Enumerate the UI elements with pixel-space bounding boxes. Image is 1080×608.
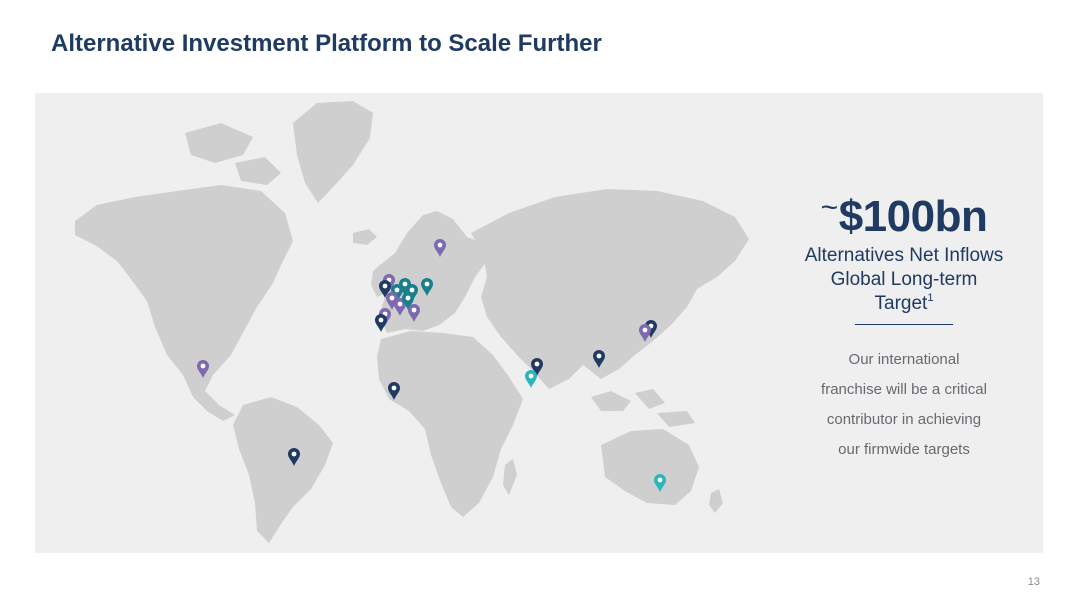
target-description: Alternatives Net Inflows Global Long-ter… xyxy=(780,244,1028,316)
approx-tilde: ~ xyxy=(820,191,839,224)
map-pin-icon xyxy=(375,314,387,332)
target-line-1: Alternatives Net Inflows xyxy=(804,245,1004,266)
target-line-2: Global Long-term xyxy=(830,269,978,290)
southeast-asia-islands-shape xyxy=(591,389,695,427)
callout-body: Our international franchise will be a cr… xyxy=(780,345,1028,465)
page-title: Alternative Investment Platform to Scale… xyxy=(51,30,602,57)
arctic-islands-shape xyxy=(185,123,281,185)
greenland-shape xyxy=(293,101,373,203)
europe-shape xyxy=(375,211,487,333)
body-line: our firmwide targets xyxy=(838,441,970,458)
iceland-shape xyxy=(353,229,377,245)
body-line: contributor in achieving xyxy=(826,411,982,428)
madagascar-shape xyxy=(503,459,517,495)
australia-shape xyxy=(601,429,699,505)
target-line-3: Target1 xyxy=(874,292,934,315)
footnote-marker: 1 xyxy=(927,292,934,304)
new-zealand-shape xyxy=(709,489,723,513)
target-value: ~$100bn xyxy=(780,183,1028,242)
map-pin-icon xyxy=(525,370,537,388)
south-america-shape xyxy=(233,397,333,543)
body-line: Our international xyxy=(848,351,960,368)
asia-shape xyxy=(471,189,749,389)
target-callout: ~$100bn Alternatives Net Inflows Global … xyxy=(780,183,1028,465)
body-line: franchise will be a critical xyxy=(821,381,987,398)
africa-shape xyxy=(377,331,523,517)
north-america-shape xyxy=(75,185,293,421)
target-amount: $100bn xyxy=(838,192,988,241)
page-number: 13 xyxy=(1027,576,1040,588)
divider-rule xyxy=(855,324,953,325)
